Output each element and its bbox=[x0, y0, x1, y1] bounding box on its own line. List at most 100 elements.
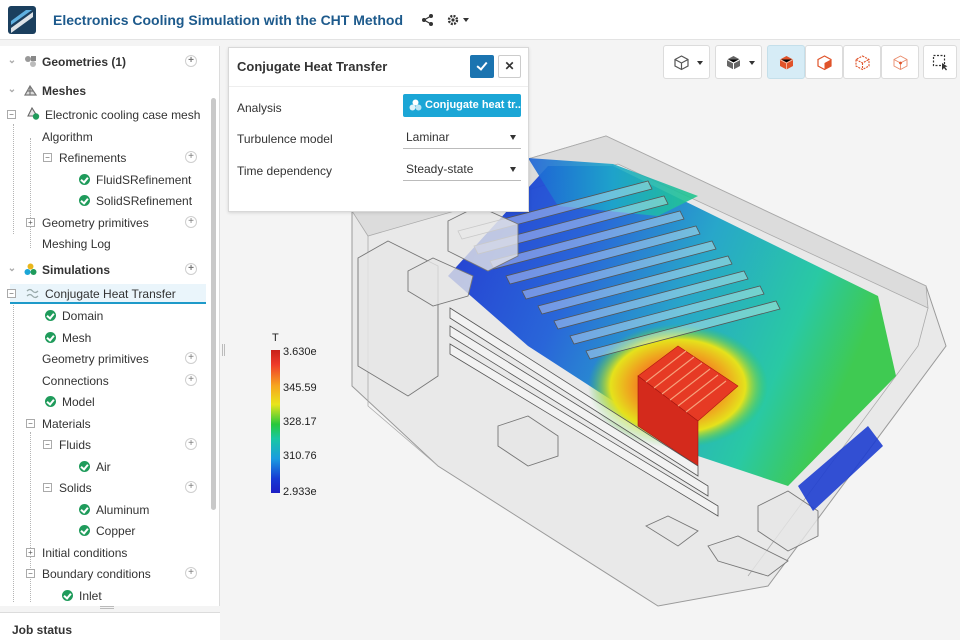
tree-item-algorithm[interactable]: Algorithm bbox=[0, 126, 210, 147]
simulation-tree-panel: ⌄ Geometries (1) + ⌄ Meshes − Electronic… bbox=[0, 46, 220, 606]
analysis-type-label: Conjugate heat tr... bbox=[425, 99, 521, 111]
tree-label: SolidSRefinement bbox=[96, 194, 193, 208]
select-vertex-button[interactable] bbox=[881, 45, 919, 79]
mesh-done-icon bbox=[27, 107, 40, 120]
check-circle-icon bbox=[45, 396, 56, 407]
confirm-button[interactable] bbox=[470, 55, 494, 78]
vertex-select-icon bbox=[893, 55, 908, 71]
check-circle-icon bbox=[79, 195, 90, 206]
tree-item-mesh[interactable]: Mesh bbox=[0, 327, 210, 348]
share-icon[interactable] bbox=[421, 13, 435, 27]
collapse-toggle[interactable]: − bbox=[7, 289, 16, 298]
tree-item-solids[interactable]: − Solids + bbox=[0, 477, 210, 498]
tree-item-mesh-case[interactable]: − Electronic cooling case mesh bbox=[0, 104, 210, 125]
add-connection-button[interactable]: + bbox=[185, 374, 197, 386]
tree-item-fluids[interactable]: − Fluids + bbox=[0, 434, 210, 455]
render-mode-button[interactable] bbox=[715, 45, 762, 79]
tree-label: Meshes bbox=[42, 84, 87, 98]
close-icon[interactable]: ✕ bbox=[498, 55, 521, 78]
tree-item-simulations[interactable]: ⌄ Simulations + bbox=[0, 259, 210, 280]
tree-item-conjugate-heat-transfer[interactable]: − Conjugate Heat Transfer bbox=[7, 284, 206, 304]
tree-item-connections[interactable]: Connections + bbox=[0, 370, 210, 391]
panel-resize-handle[interactable] bbox=[100, 606, 114, 609]
add-primitive-button[interactable]: + bbox=[185, 352, 197, 364]
tree-item-geometries[interactable]: ⌄ Geometries (1) + bbox=[0, 51, 210, 72]
chevron-down-icon[interactable]: ⌄ bbox=[7, 85, 17, 95]
collapse-toggle[interactable]: − bbox=[43, 440, 52, 449]
tree-item-copper[interactable]: Copper bbox=[0, 520, 210, 541]
tree-item-materials[interactable]: − Materials bbox=[0, 413, 210, 434]
tree-label: Inlet bbox=[79, 589, 102, 603]
top-bar: Electronics Cooling Simulation with the … bbox=[0, 0, 960, 40]
dropdown-arrow-icon bbox=[510, 167, 516, 172]
tree-label: Copper bbox=[96, 524, 136, 538]
add-solid-button[interactable]: + bbox=[185, 481, 197, 493]
tree-item-initial-conditions[interactable]: + Initial conditions bbox=[0, 542, 210, 563]
tree-item-meshing-log[interactable]: Meshing Log bbox=[0, 233, 210, 254]
analysis-label: Analysis bbox=[237, 101, 282, 115]
select-face-button[interactable] bbox=[805, 45, 843, 79]
tree-label: Aluminum bbox=[96, 503, 150, 517]
turbulence-model-select[interactable]: Laminar bbox=[403, 126, 521, 149]
turbulence-model-label: Turbulence model bbox=[237, 132, 333, 146]
tree-item-mesh-geometry-primitives[interactable]: + Geometry primitives + bbox=[0, 212, 210, 233]
tree-item-model[interactable]: Model bbox=[0, 391, 210, 412]
tree-scrollbar[interactable] bbox=[211, 98, 216, 510]
tree-item-boundary-conditions[interactable]: − Boundary conditions + bbox=[0, 563, 210, 584]
tree-label: Materials bbox=[42, 417, 91, 431]
tree-label: Geometry primitives bbox=[42, 352, 149, 366]
add-simulation-button[interactable]: + bbox=[185, 263, 197, 275]
chevron-down-icon bbox=[749, 61, 755, 65]
simulation-icon bbox=[409, 99, 422, 111]
check-circle-icon bbox=[79, 525, 90, 536]
select-volume-button[interactable] bbox=[767, 45, 805, 79]
geometry-icon bbox=[25, 56, 36, 67]
tree-label: Meshing Log bbox=[42, 237, 111, 251]
simscale-logo-icon[interactable] bbox=[8, 5, 36, 34]
tree-item-refinements[interactable]: − Refinements + bbox=[0, 147, 210, 168]
collapse-toggle[interactable]: − bbox=[7, 110, 16, 119]
legend-value: 310.76 bbox=[283, 450, 317, 462]
tree-label: FluidSRefinement bbox=[96, 173, 192, 187]
expand-toggle[interactable]: + bbox=[26, 218, 35, 227]
sidebar-splitter-handle[interactable] bbox=[222, 344, 225, 356]
tree-label: Fluids bbox=[59, 438, 92, 452]
tree-item-sim-geometry-primitives[interactable]: Geometry primitives + bbox=[0, 348, 210, 369]
collapse-toggle[interactable]: − bbox=[26, 419, 35, 428]
dialog-divider bbox=[229, 86, 528, 87]
job-status-header[interactable]: Job status bbox=[0, 612, 220, 640]
chevron-down-icon bbox=[463, 17, 469, 22]
simulation-icon bbox=[24, 263, 37, 275]
tree-item-solid-refinement[interactable]: SolidSRefinement bbox=[0, 190, 210, 211]
time-dependency-select[interactable]: Steady-state bbox=[403, 158, 521, 181]
chevron-down-icon[interactable]: ⌄ bbox=[7, 264, 17, 274]
tree-label: Algorithm bbox=[42, 130, 93, 144]
tree-label: Refinements bbox=[59, 151, 127, 165]
view-orientation-button[interactable] bbox=[663, 45, 710, 79]
collapse-toggle[interactable]: − bbox=[26, 569, 35, 578]
analysis-type-button[interactable]: Conjugate heat tr... bbox=[403, 94, 521, 117]
box-select-button[interactable] bbox=[923, 45, 957, 79]
add-fluid-button[interactable]: + bbox=[185, 438, 197, 450]
tree-item-inlet[interactable]: Inlet bbox=[0, 585, 210, 606]
add-boundary-condition-button[interactable]: + bbox=[185, 567, 197, 579]
volume-select-icon bbox=[779, 56, 794, 70]
tree-item-aluminum[interactable]: Aluminum bbox=[0, 499, 210, 520]
tree-item-domain[interactable]: Domain bbox=[0, 305, 210, 326]
collapse-toggle[interactable]: − bbox=[43, 153, 52, 162]
check-circle-icon bbox=[45, 332, 56, 343]
expand-toggle[interactable]: + bbox=[26, 548, 35, 557]
add-primitive-button[interactable]: + bbox=[185, 216, 197, 228]
settings-menu-button[interactable] bbox=[447, 14, 469, 26]
tree-item-meshes[interactable]: ⌄ Meshes bbox=[0, 80, 210, 101]
time-dependency-value: Steady-state bbox=[406, 162, 474, 176]
flow-waves-icon bbox=[26, 288, 39, 299]
add-geometry-button[interactable]: + bbox=[185, 55, 197, 67]
mesh-icon bbox=[24, 84, 37, 96]
collapse-toggle[interactable]: − bbox=[43, 483, 52, 492]
chevron-down-icon[interactable]: ⌄ bbox=[7, 56, 17, 66]
tree-item-air[interactable]: Air bbox=[0, 456, 210, 477]
add-refinement-button[interactable]: + bbox=[185, 151, 197, 163]
tree-item-fluid-refinement[interactable]: FluidSRefinement bbox=[0, 169, 210, 190]
select-edge-button[interactable] bbox=[843, 45, 881, 79]
